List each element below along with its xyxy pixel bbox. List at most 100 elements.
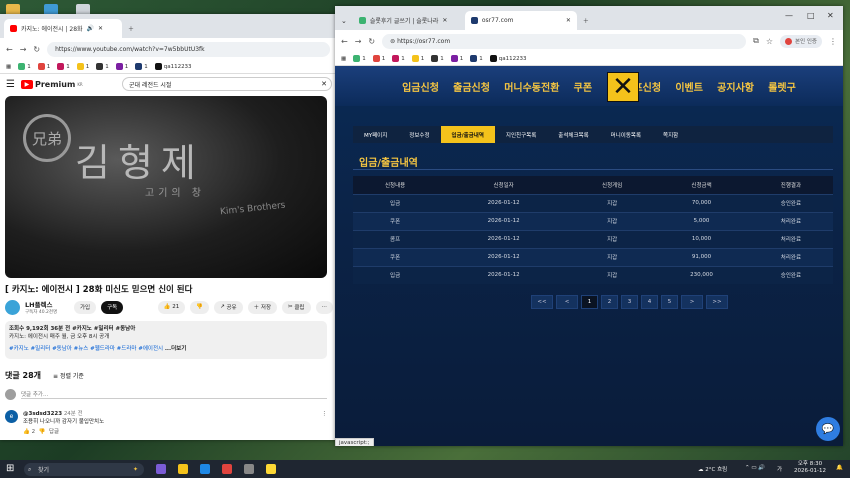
save-button[interactable]: ＋ 저장 [247,300,278,314]
subnav-messages[interactable]: 쪽지함 [652,126,689,143]
ime-indicator[interactable]: 가 [777,465,782,473]
join-button[interactable]: 가입 [74,300,97,314]
more-actions-icon[interactable]: ⋯ [315,300,333,314]
tab-youtube[interactable]: 카지노: 에이전시 | 28화 🔊 ✕ [4,19,122,38]
subnav-money-move[interactable]: 머니이동목록 [600,126,652,143]
tab-close-icon[interactable]: ✕ [442,17,447,24]
tab-slot-review[interactable]: 슬롯후기 글쓰기 | 슬롯나라 ✕ [353,11,465,30]
page-1[interactable]: 1 [581,295,598,309]
new-tab-icon[interactable]: ＋ [122,19,140,38]
nav-coupon[interactable]: 쿠폰 [574,79,592,94]
bookmark-item[interactable]: 1 [431,55,444,62]
bookmark-item[interactable]: 1 [135,63,148,70]
bookmark-item[interactable]: 1 [115,63,128,70]
notifications-icon[interactable]: 🔔 [836,465,843,471]
profile-button[interactable]: 본인 인증 [780,34,822,48]
site-info-icon[interactable]: ⊜ [390,38,395,45]
edge-icon[interactable] [200,464,210,474]
page-2[interactable]: 2 [601,295,618,309]
share-button[interactable]: ↗ 공유 [214,300,243,314]
weather-widget[interactable]: ☁ 2°C 흐림 [698,465,727,473]
channel-avatar[interactable] [5,299,20,315]
kakaotalk-icon[interactable] [266,464,276,474]
page-4[interactable]: 4 [641,295,658,309]
search-input[interactable]: 군대 레전드 시절 ✕ [122,77,332,91]
apps-grid-icon[interactable]: ▦ [341,56,346,62]
hamburger-menu-icon[interactable]: ☰ [6,79,15,90]
back-icon[interactable]: ← [6,45,13,54]
forward-icon[interactable]: → [355,37,362,46]
description-box[interactable]: 조회수 9,192회 36분 전 #카지노 #밀리터 #동남아 카지노: 에이전… [5,321,327,359]
more-link[interactable]: ...더보기 [165,346,186,352]
page-3[interactable]: 3 [621,295,638,309]
bookmark-item[interactable]: 1 [37,63,50,70]
tab-menu-icon[interactable]: ⌄ [335,11,353,30]
chat-support-button[interactable]: 💬 [816,417,840,441]
dislike-button[interactable]: 👎 [190,300,210,314]
page-5[interactable]: 5 [661,295,678,309]
window-close-icon[interactable]: ✕ [827,11,834,20]
channel-name[interactable]: LH플렉스 [25,299,69,309]
bookmark-item[interactable]: 1 [76,63,89,70]
nav-money-convert[interactable]: 머니수동전환 [504,79,559,94]
tab-close-icon[interactable]: ✕ [566,17,571,24]
nav-deposit[interactable]: 입금신청 [402,79,439,94]
comment-menu-icon[interactable]: ⋮ [322,410,328,418]
description-tags[interactable]: #카지노 #밀리터 #동남아 #뉴스 #웹드라마 #드라마 #에이전시 [9,346,163,352]
clip-button[interactable]: ✂ 클립 [282,300,311,314]
taskview-icon[interactable] [156,464,166,474]
comment-input[interactable]: 댓글 추가... [21,390,327,399]
bookmark-item[interactable]: 1 [411,55,424,62]
taskbar-search-input[interactable]: ⌕ 찾기 ✦ [24,463,144,476]
back-icon[interactable]: ← [341,37,348,46]
close-overlay-button[interactable]: ✕ [607,72,639,102]
comment-author[interactable]: @3sdsd3223 [23,411,62,417]
subnav-attendance[interactable]: 출석체크목록 [547,126,599,143]
bookmark-item[interactable]: 1 [392,55,405,62]
subscribe-button[interactable]: 구독 [101,300,124,314]
nav-notice[interactable]: 공지사항 [717,79,754,94]
bookmark-item[interactable]: 1 [372,55,385,62]
sort-button[interactable]: ≡ 정렬 기준 [53,371,84,380]
reload-icon[interactable]: ↻ [33,45,40,54]
page-next[interactable]: > [681,295,703,309]
subnav-mypage[interactable]: MY페이지 [353,126,398,143]
nav-roulette[interactable]: 롤렛구 [768,79,796,94]
sticky-notes-icon[interactable] [178,464,188,474]
page-first[interactable]: << [531,295,553,309]
chrome-icon[interactable] [222,464,232,474]
bookmark-item[interactable]: 1 [96,63,109,70]
tab-osr77[interactable]: osr77.com ✕ [464,11,577,30]
subnav-history[interactable]: 입금/출금내역 [440,126,495,143]
video-player[interactable]: 兄弟 김형제 고기의 창 Kim's Brothers [5,96,327,278]
reload-icon[interactable]: ↻ [368,37,375,46]
subnav-friends[interactable]: 지인친구목록 [495,126,547,143]
page-last[interactable]: >> [706,295,728,309]
bookmark-item[interactable]: qa112233 [154,63,192,70]
bookmark-item[interactable]: 1 [353,55,366,62]
bookmark-item[interactable]: 1 [18,63,31,70]
bookmark-item[interactable]: qa112233 [489,55,527,62]
clear-search-icon[interactable]: ✕ [321,80,327,88]
commenter-avatar[interactable]: e [5,410,18,423]
tab-close-icon[interactable]: ✕ [98,25,103,32]
browser-menu-icon[interactable]: ⋮ [829,37,837,46]
nav-withdraw[interactable]: 출금신청 [453,79,490,94]
bookmark-item[interactable]: 1 [450,55,463,62]
windows-start-icon[interactable]: ⊞ [6,464,14,474]
extensions-icon[interactable]: ⧉ [753,36,759,46]
tray-icons[interactable]: ⌃ ▭ 🔊 [745,465,765,471]
maximize-icon[interactable]: □ [807,11,815,20]
apps-grid-icon[interactable]: ▦ [6,64,11,70]
nav-event[interactable]: 이벤트 [675,79,703,94]
page-prev[interactable]: < [556,295,578,309]
bookmark-item[interactable]: 1 [470,55,483,62]
url-field[interactable]: ⊜ https://osr77.com [382,33,747,49]
chrome-active-icon[interactable] [244,464,254,474]
bookmark-star-icon[interactable]: ☆ [766,37,773,46]
clock[interactable]: 오후 8:30 2026-01-12 [794,461,826,475]
bookmark-item[interactable]: 1 [57,63,70,70]
forward-icon[interactable]: → [20,45,27,54]
comment-like-icon[interactable]: 👍 [23,429,30,435]
url-field[interactable]: https://www.youtube.com/watch?v=7w5bbUtU… [47,41,330,57]
